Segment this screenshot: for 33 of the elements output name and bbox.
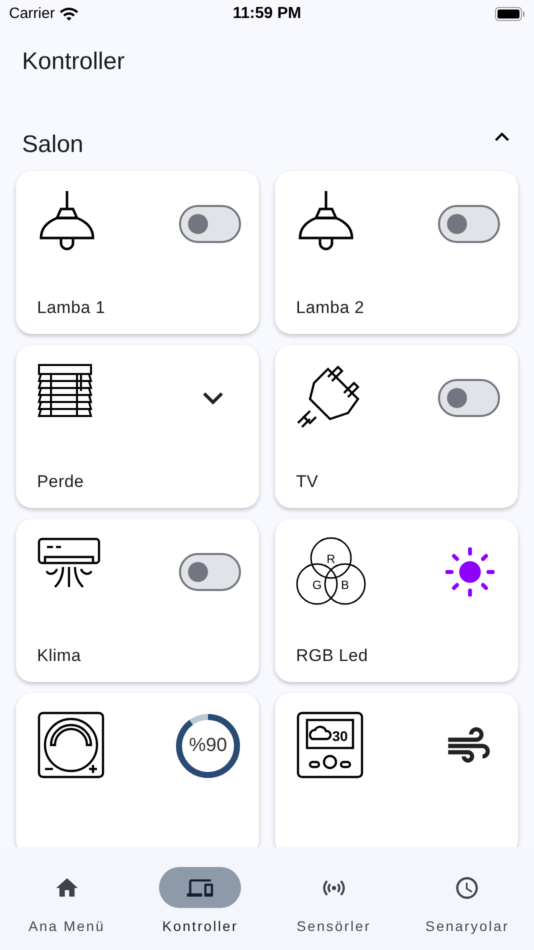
toggle-switch[interactable]: [438, 205, 500, 243]
carrier-label: Carrier: [9, 4, 55, 24]
sun-icon[interactable]: [444, 546, 496, 598]
page-title: Kontroller: [21, 47, 126, 77]
toggle-switch[interactable]: [179, 553, 241, 591]
nav-tab[interactable]: Senaryolar: [400, 867, 534, 950]
device-label: Lamba 2: [296, 296, 366, 318]
dimmer-knob-icon: [37, 711, 105, 779]
device-label: TV: [296, 470, 320, 492]
device-card[interactable]: R G B RGB Led: [275, 519, 518, 682]
device-label: Klima: [37, 644, 82, 666]
device-card[interactable]: TV: [275, 345, 518, 508]
battery-icon: [494, 7, 525, 21]
status-time: 11:59 PM: [232, 4, 302, 24]
nav-tab[interactable]: Ana Menü: [0, 867, 134, 950]
device-label: RGB Led: [296, 644, 370, 666]
nav-tab[interactable]: Sensörler: [267, 867, 400, 950]
thermostat-icon: 30: [296, 711, 364, 779]
device-card[interactable]: Lamba 2: [275, 171, 518, 334]
dimmer-reading: %90: [188, 734, 228, 758]
device-label: Perde: [37, 470, 85, 492]
device-card[interactable]: Lamba 1: [16, 171, 259, 334]
device-card[interactable]: Perde: [16, 345, 259, 508]
room-title: Salon: [22, 130, 84, 160]
device-card[interactable]: Klima: [16, 519, 259, 682]
toggle-switch[interactable]: [179, 205, 241, 243]
device-card[interactable]: 30: [275, 693, 518, 847]
nav-tab[interactable]: Kontroller: [134, 867, 267, 950]
device-label: Lamba 1: [37, 296, 106, 318]
toggle-switch[interactable]: [438, 379, 500, 417]
window-blinds-icon: [37, 363, 93, 419]
device-card[interactable]: %90: [16, 693, 259, 847]
clock-icon: [454, 874, 480, 900]
